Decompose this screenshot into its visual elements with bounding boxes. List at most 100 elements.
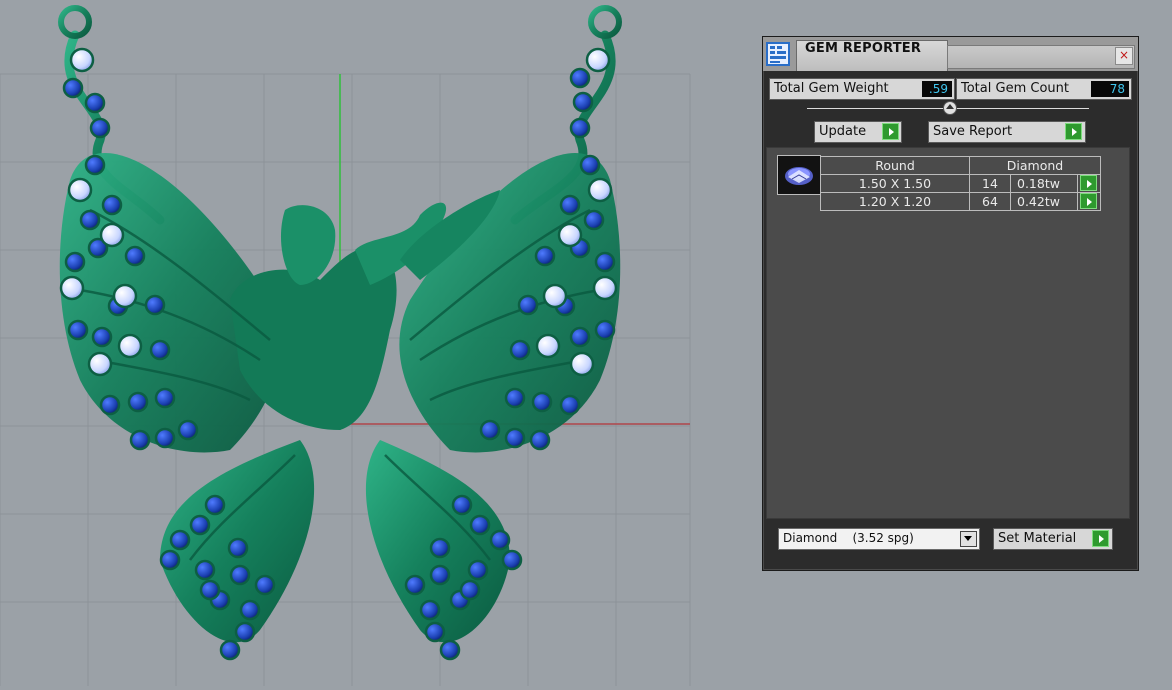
select-row-go-icon[interactable] <box>1080 193 1097 209</box>
gem-stone <box>129 429 151 451</box>
total-gem-count-label: Total Gem Count <box>961 81 1069 96</box>
gem-stone <box>535 333 561 359</box>
table-row: 1.20 X 1.20 64 0.42tw <box>820 192 1101 211</box>
save-report-button-label: Save Report <box>933 124 1013 139</box>
gem-stone <box>557 222 583 248</box>
gem-stone <box>59 275 85 301</box>
titlebar-empty-area <box>947 45 1135 69</box>
gem-stone <box>87 351 113 377</box>
gem-stone <box>239 599 261 621</box>
gem-stone <box>89 117 111 139</box>
gem-reporter-app-icon <box>766 42 790 66</box>
gem-stone <box>169 529 191 551</box>
gem-stone <box>501 549 523 571</box>
gem-stone <box>67 319 89 341</box>
gem-stone <box>429 564 451 586</box>
gem-size: 1.20 X 1.20 <box>820 192 970 211</box>
slider-handle[interactable] <box>943 101 957 115</box>
gem-stone <box>504 427 526 449</box>
gem-stone <box>489 529 511 551</box>
gem-weight: 0.42tw <box>1010 192 1078 211</box>
gem-stone <box>154 427 176 449</box>
gem-stone <box>451 494 473 516</box>
gem-stone <box>99 222 125 248</box>
gem-stone <box>439 639 461 661</box>
gem-stone <box>229 564 251 586</box>
gem-stone <box>569 67 591 89</box>
gem-stone <box>479 419 501 441</box>
gem-stone <box>199 579 221 601</box>
gem-stone <box>177 419 199 441</box>
table-row: 1.50 X 1.50 14 0.18tw <box>820 174 1101 193</box>
gem-stone <box>79 209 101 231</box>
total-gem-weight-label: Total Gem Weight <box>774 81 889 96</box>
save-report-go-icon[interactable] <box>1065 123 1082 140</box>
gem-stone <box>594 319 616 341</box>
gem-stone <box>419 599 441 621</box>
select-row-go-icon[interactable] <box>1080 175 1097 191</box>
gem-stone <box>531 391 553 413</box>
gem-stone <box>154 387 176 409</box>
gem-stone <box>117 333 143 359</box>
gem-table: Round Diamond 1.50 X 1.50 14 0.18tw 1.20… <box>820 156 1101 211</box>
gem-stone <box>529 429 551 451</box>
gem-stone <box>587 177 613 203</box>
gem-stone <box>204 494 226 516</box>
gem-stone <box>62 77 84 99</box>
gem-stone <box>84 92 106 114</box>
gem-stone <box>194 559 216 581</box>
gem-stone <box>585 47 611 73</box>
gem-reporter-panel: GEM REPORTER × Total Gem Weight .59 Tota… <box>762 36 1139 571</box>
gem-count: 64 <box>969 192 1011 211</box>
gem-stone <box>559 194 581 216</box>
row-go-cell <box>1077 192 1101 211</box>
gem-stone <box>572 91 594 113</box>
gem-stone <box>227 537 249 559</box>
gem-stone <box>592 275 618 301</box>
gem-stone <box>559 394 581 416</box>
gem-stone <box>504 387 526 409</box>
gem-stone <box>219 639 241 661</box>
gem-stone <box>404 574 426 596</box>
save-report-button[interactable]: Save Report <box>928 121 1086 143</box>
set-material-button[interactable]: Set Material <box>993 528 1113 550</box>
gem-stone <box>579 154 601 176</box>
gem-stone <box>67 177 93 203</box>
gem-stone <box>91 326 113 348</box>
material-dropdown-value: Diamond (3.52 spg) <box>783 531 914 545</box>
gem-stone <box>569 326 591 348</box>
panel-titlebar[interactable]: GEM REPORTER × <box>763 37 1138 71</box>
gem-stone <box>127 391 149 413</box>
row-go-cell <box>1077 174 1101 193</box>
set-material-button-label: Set Material <box>998 531 1077 546</box>
gem-stone <box>99 394 121 416</box>
update-button[interactable]: Update <box>814 121 902 143</box>
gem-stone <box>569 117 591 139</box>
gem-stone <box>509 339 531 361</box>
material-header: Diamond <box>969 156 1101 175</box>
gem-stone <box>144 294 166 316</box>
gem-stone <box>159 549 181 571</box>
panel-title: GEM REPORTER <box>805 41 922 56</box>
round-gem-icon[interactable] <box>777 155 821 195</box>
update-go-icon[interactable] <box>882 123 899 140</box>
total-gem-count-value: 78 <box>1091 81 1129 97</box>
material-dropdown[interactable]: Diamond (3.52 spg) <box>778 528 980 550</box>
gem-stone <box>583 209 605 231</box>
gem-stone <box>469 514 491 536</box>
gem-stone <box>517 294 539 316</box>
set-material-go-icon[interactable] <box>1092 530 1109 547</box>
gem-stone <box>424 621 446 643</box>
gem-count: 14 <box>969 174 1011 193</box>
gem-stone <box>569 351 595 377</box>
gem-stone <box>84 154 106 176</box>
close-icon[interactable]: × <box>1115 47 1133 65</box>
gem-list-area[interactable]: Round Diamond 1.50 X 1.50 14 0.18tw 1.20… <box>766 147 1130 519</box>
gem-weight: 0.18tw <box>1010 174 1078 193</box>
gem-stone <box>149 339 171 361</box>
chevron-down-icon[interactable] <box>960 531 977 547</box>
total-gem-weight-field: Total Gem Weight .59 <box>769 78 955 100</box>
gem-stone <box>69 47 95 73</box>
total-gem-weight-value: .59 <box>922 81 952 97</box>
gem-stone <box>467 559 489 581</box>
